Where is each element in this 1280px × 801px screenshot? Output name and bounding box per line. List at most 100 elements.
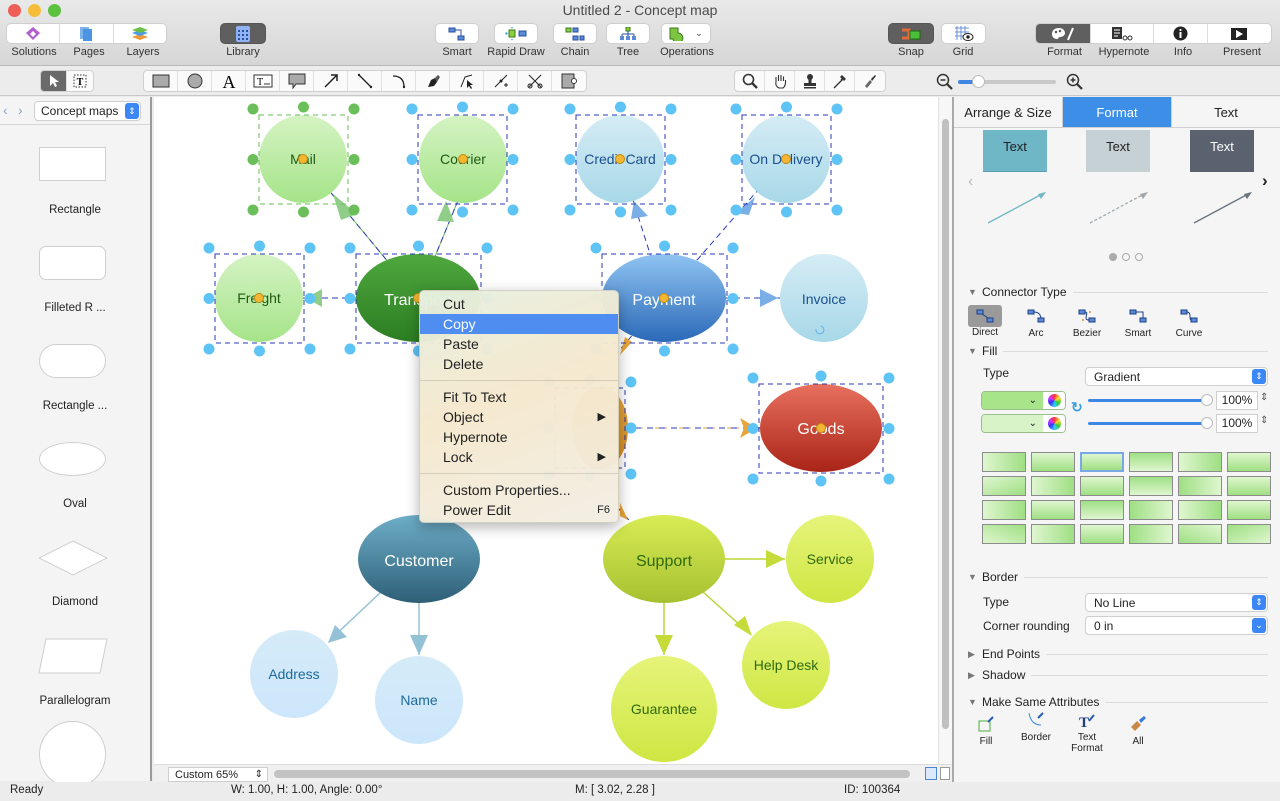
- container-tool[interactable]: [552, 71, 586, 91]
- page-dot[interactable]: [1135, 253, 1143, 261]
- menu-item-custom-properties[interactable]: Custom Properties...: [420, 480, 618, 500]
- make-same-all-button[interactable]: All: [1118, 715, 1158, 747]
- resize-handle[interactable]: [781, 101, 792, 113]
- resize-handle[interactable]: [247, 204, 259, 216]
- gradient-preset[interactable]: [982, 452, 1026, 472]
- layers-button[interactable]: [114, 24, 166, 43]
- resize-handle[interactable]: [727, 293, 739, 304]
- resize-handle[interactable]: [406, 103, 418, 115]
- resize-handle[interactable]: [344, 293, 356, 304]
- resize-handle[interactable]: [507, 154, 519, 165]
- gradient-color-2-picker[interactable]: ⌄: [981, 414, 1066, 433]
- menu-item-fit-to-text[interactable]: Fit To Text: [420, 387, 618, 407]
- gradient-preset[interactable]: [1080, 476, 1124, 496]
- bezier-edit-tool[interactable]: [450, 71, 484, 91]
- arrow-tool[interactable]: [314, 71, 348, 91]
- resize-handle[interactable]: [247, 103, 259, 115]
- connector-curve-button[interactable]: Curve: [1169, 305, 1209, 339]
- back-arrow-icon[interactable]: ‹: [3, 102, 8, 118]
- resize-handle[interactable]: [615, 206, 626, 218]
- menu-item-hypernote[interactable]: Hypernote: [420, 427, 618, 447]
- carousel-next-button[interactable]: ›: [1262, 171, 1268, 191]
- resize-handle[interactable]: [730, 154, 742, 165]
- text-anchor-handle[interactable]: [781, 154, 791, 164]
- resize-handle[interactable]: [665, 204, 677, 216]
- opacity-1-stepper[interactable]: ⇕: [1260, 392, 1268, 403]
- rapid-draw-button[interactable]: [494, 23, 538, 44]
- tab-arrange-size[interactable]: Arrange & Size: [954, 97, 1063, 127]
- gradient-preset[interactable]: [1178, 452, 1222, 472]
- opacity-1-slider-knob[interactable]: [1201, 394, 1213, 406]
- connector-type-section[interactable]: ▼ Connector Type: [968, 285, 1268, 299]
- pointer-tool[interactable]: [41, 71, 67, 91]
- resize-handle[interactable]: [406, 154, 418, 165]
- resize-handle[interactable]: [298, 206, 309, 218]
- node-address[interactable]: Address: [250, 630, 338, 718]
- hand-tool[interactable]: [765, 71, 795, 91]
- resize-handle[interactable]: [727, 242, 739, 254]
- resize-handle[interactable]: [815, 370, 827, 382]
- library-select[interactable]: Concept maps ⇕: [34, 101, 141, 121]
- scissors-tool[interactable]: [518, 71, 552, 91]
- callout-tool[interactable]: [280, 71, 314, 91]
- resize-handle[interactable]: [747, 423, 759, 434]
- text-anchor-handle[interactable]: [458, 154, 468, 164]
- text-anchor-handle[interactable]: [254, 293, 264, 303]
- resize-handle[interactable]: [625, 422, 637, 434]
- opacity-2-slider[interactable]: [1088, 422, 1206, 425]
- gradient-preset[interactable]: [982, 500, 1026, 520]
- zoom-slider[interactable]: [958, 75, 1056, 88]
- rectangle-tool[interactable]: [144, 71, 178, 91]
- gradient-preset[interactable]: [1031, 524, 1075, 544]
- zoom-out-button[interactable]: [936, 73, 954, 94]
- connector-style-1[interactable]: [986, 189, 1048, 225]
- gradient-preset[interactable]: [982, 476, 1026, 496]
- vertical-scrollbar[interactable]: [938, 97, 952, 764]
- text-tool[interactable]: A: [212, 71, 246, 91]
- resize-handle[interactable]: [747, 372, 759, 384]
- eyedropper-tool[interactable]: [825, 71, 855, 91]
- resize-handle[interactable]: [457, 206, 468, 218]
- add-point-tool[interactable]: [484, 71, 518, 91]
- gradient-preset[interactable]: [1227, 500, 1271, 520]
- resize-handle[interactable]: [203, 242, 215, 254]
- resize-handle[interactable]: [344, 242, 356, 254]
- menu-item-paste[interactable]: Paste: [420, 334, 618, 354]
- resize-handle[interactable]: [590, 242, 602, 254]
- chain-button[interactable]: [553, 23, 597, 44]
- line-tool[interactable]: [348, 71, 382, 91]
- gradient-preset[interactable]: [1227, 524, 1271, 544]
- resize-handle[interactable]: [730, 103, 742, 115]
- make-same-border-button[interactable]: Border: [1016, 711, 1056, 743]
- pages-button[interactable]: [60, 24, 114, 43]
- tab-format[interactable]: Format: [1063, 97, 1172, 127]
- fit-page-button[interactable]: [925, 767, 937, 780]
- color-wheel-icon[interactable]: [1043, 415, 1065, 432]
- resize-handle[interactable]: [406, 204, 418, 216]
- node-customer[interactable]: Customer: [358, 515, 480, 603]
- present-button[interactable]: [1208, 24, 1271, 43]
- corner-rounding-select[interactable]: 0 in ⌄: [1085, 616, 1268, 635]
- zoom-level-select[interactable]: Custom 65% ⇕: [168, 767, 268, 782]
- snap-button[interactable]: [888, 23, 934, 44]
- resize-handle[interactable]: [747, 473, 759, 485]
- fill-section[interactable]: ▼ Fill: [968, 344, 1268, 358]
- menu-item-object[interactable]: Object ▶: [420, 407, 618, 427]
- resize-handle[interactable]: [831, 103, 843, 115]
- resize-handle[interactable]: [247, 154, 259, 165]
- zoom-in-button[interactable]: [1066, 73, 1084, 94]
- resize-handle[interactable]: [254, 240, 265, 252]
- border-type-select[interactable]: No Line ⇕: [1085, 593, 1268, 612]
- resize-handle[interactable]: [507, 103, 519, 115]
- resize-handle[interactable]: [883, 473, 895, 485]
- menu-item-lock[interactable]: Lock ▶: [420, 447, 618, 467]
- gradient-preset[interactable]: [1031, 476, 1075, 496]
- gradient-preset[interactable]: [1080, 500, 1124, 520]
- page-dot[interactable]: [1122, 253, 1130, 261]
- arc-tool[interactable]: [382, 71, 416, 91]
- resize-handle[interactable]: [727, 343, 739, 355]
- make-same-text-format-button[interactable]: T Text Format: [1067, 713, 1107, 754]
- text-block-tool[interactable]: T: [246, 71, 280, 91]
- node-invoice[interactable]: Invoice: [780, 254, 868, 342]
- resize-handle[interactable]: [615, 101, 626, 113]
